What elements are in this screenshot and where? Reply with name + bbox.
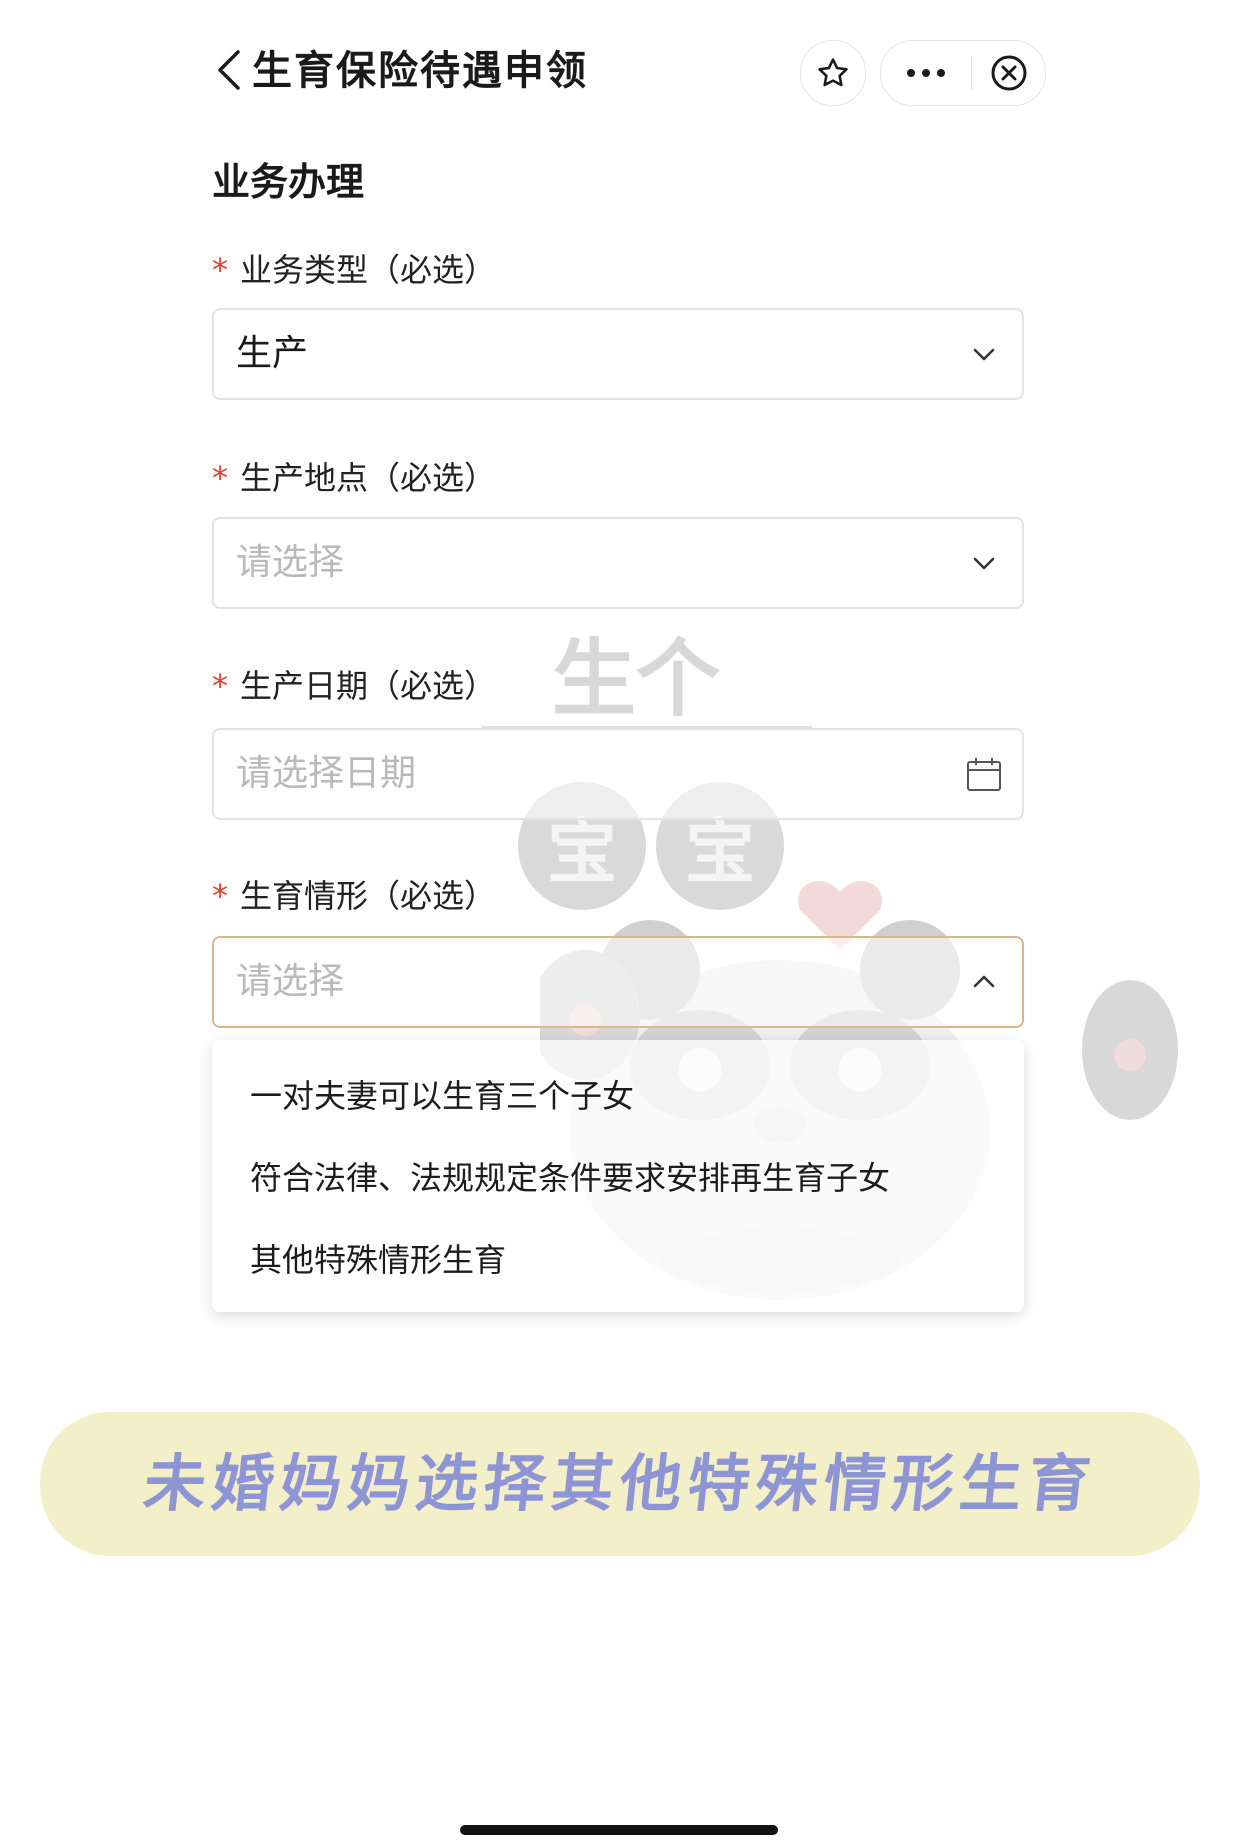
business-type-label: * 业务类型（必选） <box>212 246 496 294</box>
business-type-label-text: 业务类型（必选） <box>240 251 497 289</box>
required-mark: * <box>212 251 228 289</box>
chevron-up-icon <box>973 975 995 988</box>
birth-place-label: * 生产地点（必选） <box>212 454 496 502</box>
birth-date-label: * 生产日期（必选） <box>212 662 496 710</box>
section-title: 业务办理 <box>212 160 365 204</box>
chevron-down-icon <box>973 557 995 570</box>
favorite-button[interactable] <box>800 40 866 106</box>
required-mark: * <box>212 877 228 915</box>
dropdown-option[interactable]: 符合法律、法规规定条件要求安排再生育子女 <box>250 1154 890 1202</box>
annotation-text: 未婚妈妈选择其他特殊情形生育 <box>140 1447 1100 1520</box>
dropdown-option[interactable]: 其他特殊情形生育 <box>250 1236 506 1284</box>
birth-situation-select[interactable]: 请选择 <box>212 936 1024 1028</box>
required-mark: * <box>212 667 228 705</box>
birth-place-placeholder: 请选择 <box>236 542 345 583</box>
close-icon <box>991 55 1026 91</box>
birth-place-label-text: 生产地点（必选） <box>240 459 497 497</box>
calendar-icon <box>967 758 1001 791</box>
page-title: 生育保险待遇申领 <box>252 48 588 94</box>
birth-situation-placeholder: 请选择 <box>236 961 345 1002</box>
chevron-down-icon <box>973 348 995 361</box>
home-indicator <box>460 1825 778 1835</box>
business-type-select[interactable]: 生产 <box>212 308 1024 400</box>
close-button[interactable] <box>972 41 1045 105</box>
business-type-value: 生产 <box>236 333 309 374</box>
birth-situation-label: * 生育情形（必选） <box>212 872 496 920</box>
dropdown-option[interactable]: 一对夫妻可以生育三个子女 <box>250 1072 634 1120</box>
capsule-menu <box>880 40 1046 106</box>
birth-situation-dropdown: 一对夫妻可以生育三个子女 符合法律、法规规定条件要求安排再生育子女 其他特殊情形… <box>212 1040 1024 1312</box>
star-icon <box>818 58 848 87</box>
birth-place-select[interactable]: 请选择 <box>212 517 1024 609</box>
back-arrow-icon[interactable] <box>208 48 252 92</box>
more-icon <box>907 69 945 77</box>
watermark-text-1: 生个 <box>552 630 721 728</box>
birth-date-label-text: 生产日期（必选） <box>240 667 497 705</box>
more-button[interactable] <box>881 41 971 105</box>
birth-date-placeholder: 请选择日期 <box>236 753 417 794</box>
required-mark: * <box>212 459 228 497</box>
birth-date-picker[interactable]: 请选择日期 <box>212 728 1024 820</box>
birth-situation-label-text: 生育情形（必选） <box>240 877 497 915</box>
